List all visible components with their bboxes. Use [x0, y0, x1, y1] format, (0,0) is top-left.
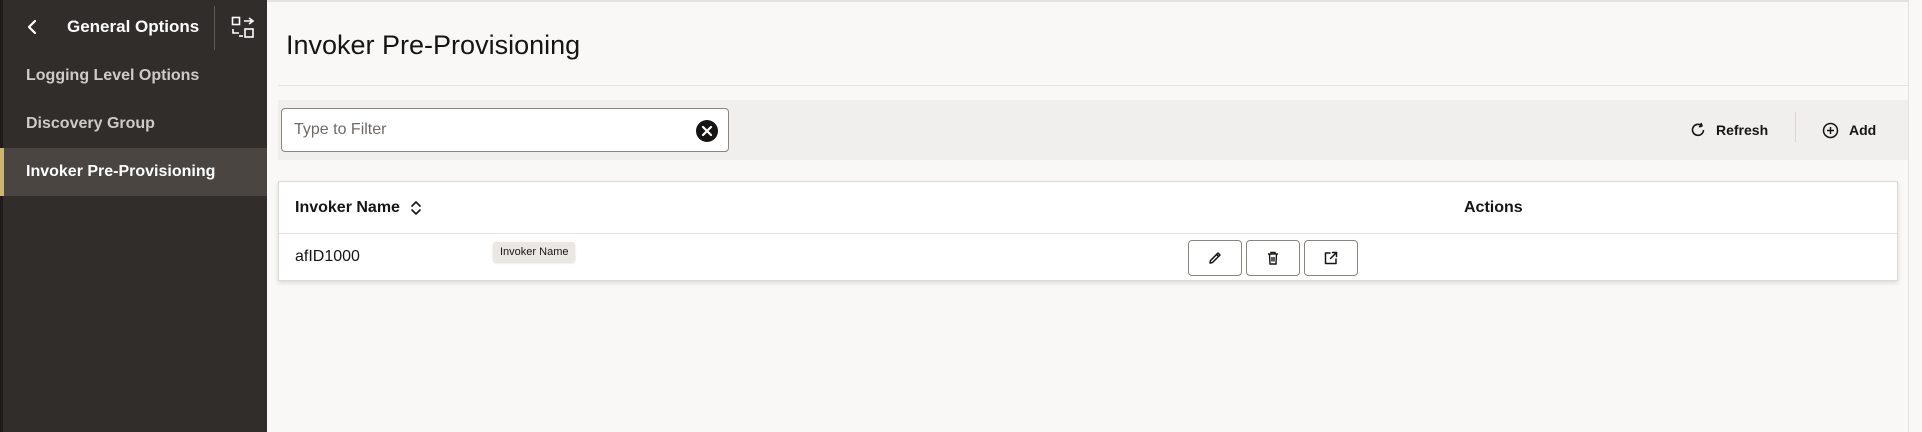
sidebar: General Options Logging Level Options Di… [0, 0, 267, 432]
top-border [267, 0, 1922, 2]
filter-field[interactable] [281, 108, 729, 152]
column-header-invoker-name[interactable]: Invoker Name [295, 199, 422, 217]
delete-icon [1268, 251, 1278, 265]
main-content: Invoker Pre-Provisioning Refresh Add [267, 0, 1922, 432]
open-external-icon [1324, 251, 1338, 265]
sidebar-header: General Options [0, 0, 267, 54]
sidebar-title: General Options [67, 17, 200, 36]
add-label: Add [1849, 122, 1877, 138]
collapse-panel-icon [231, 16, 255, 38]
window-edge [1908, 0, 1922, 432]
add-circle-icon [1822, 122, 1839, 138]
clear-filter-icon[interactable] [696, 120, 718, 142]
edit-button[interactable] [1188, 240, 1242, 276]
refresh-label: Refresh [1716, 122, 1769, 138]
sidebar-item-label: Discovery Group [26, 115, 155, 132]
sidebar-item-label: Logging Level Options [26, 67, 200, 84]
filter-input[interactable] [282, 109, 682, 151]
toolbar-separator [1795, 112, 1796, 142]
back-button[interactable] [21, 15, 43, 39]
edit-icon [1209, 252, 1221, 264]
sidebar-item-logging-level-options[interactable]: Logging Level Options [0, 52, 267, 100]
chevron-left-icon [27, 19, 37, 35]
refresh-button[interactable]: Refresh [1690, 115, 1768, 145]
table-header: Invoker Name Actions [279, 182, 1897, 234]
refresh-icon [1691, 122, 1705, 137]
delete-button[interactable] [1246, 240, 1300, 276]
table-row[interactable]: afID1000 Invoker Name [279, 234, 1897, 280]
sort-icon [411, 201, 421, 215]
column-label: Invoker Name [295, 199, 400, 216]
tooltip: Invoker Name [493, 242, 576, 262]
sidebar-item-label: Invoker Pre-Provisioning [26, 163, 216, 180]
sidebar-item-discovery-group[interactable]: Discovery Group [0, 100, 267, 148]
sidebar-divider [214, 6, 215, 50]
add-button[interactable]: Add [1822, 115, 1876, 145]
toolbar: Refresh Add [278, 100, 1908, 160]
sidebar-item-invoker-pre-provisioning[interactable]: Invoker Pre-Provisioning [0, 148, 267, 196]
page-title: Invoker Pre-Provisioning [286, 30, 581, 60]
collapse-panel-button[interactable] [228, 13, 258, 43]
invokers-table: Invoker Name Actions afID1000 Invoker Na… [278, 181, 1898, 281]
column-header-actions: Actions [1464, 199, 1523, 216]
title-divider [278, 85, 1908, 86]
invoker-name-cell: afID1000 [295, 248, 360, 265]
open-details-button[interactable] [1304, 240, 1358, 276]
